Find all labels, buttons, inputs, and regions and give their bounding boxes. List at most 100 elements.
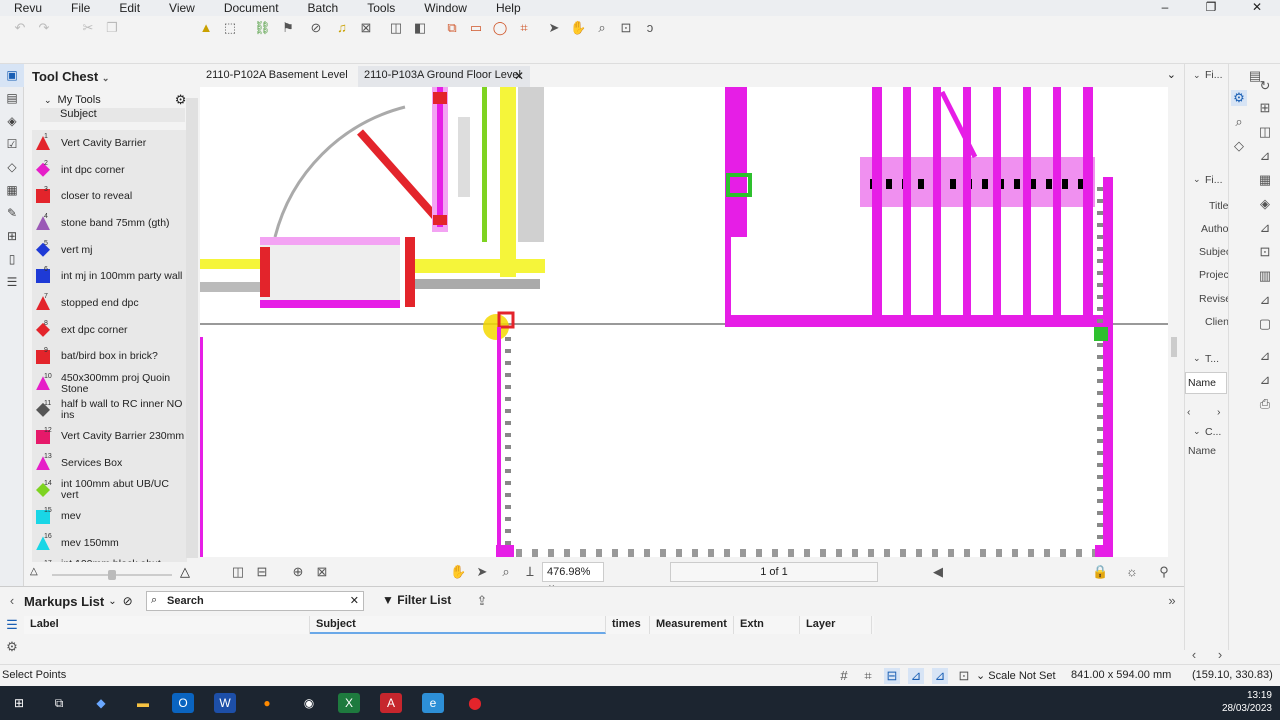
user-icon[interactable]: ⚲	[1156, 564, 1172, 580]
tool-item[interactable]: 3 closer to reveal	[32, 183, 187, 210]
revu-taskbar-icon[interactable]: e	[422, 693, 444, 713]
tool-item[interactable]: 14 int 100mm abut UB/UC vert	[32, 477, 187, 504]
excel-icon[interactable]: X	[338, 693, 360, 713]
col-extn[interactable]: Extn	[734, 616, 800, 634]
split-icon[interactable]: ⊟	[254, 564, 270, 580]
canvas-scrollbar[interactable]	[1168, 87, 1180, 557]
zoom-level-field[interactable]: 476.98% ⌄	[542, 562, 604, 591]
tool-item[interactable]: 6 int mj in 100mm party wall	[32, 263, 187, 290]
close-button[interactable]: ✕	[1234, 0, 1280, 14]
zoom-icon[interactable]: ⌕	[594, 20, 610, 36]
expand-icon[interactable]: »	[1164, 593, 1180, 609]
bluebeam-icon[interactable]: ◆	[90, 693, 112, 713]
menu-edit[interactable]: Edit	[105, 1, 155, 15]
chevron-down-icon[interactable]: ⌄	[44, 95, 52, 106]
clear-icon[interactable]: ✕	[350, 594, 359, 607]
chevron-right-icon[interactable]: ›	[1217, 406, 1221, 418]
list-rail-icon[interactable]: ☰	[0, 271, 24, 294]
start-icon[interactable]: ⊞	[8, 693, 30, 713]
markups-title[interactable]: Markups List	[24, 594, 104, 609]
tool-item[interactable]: 4 stone band 75mm (gth)	[32, 210, 187, 237]
col-times[interactable]: times	[606, 616, 650, 634]
chevron-down-icon[interactable]: ⌄	[1193, 174, 1201, 185]
snap-markup-icon[interactable]: ⊿	[908, 668, 924, 684]
toolchest-rail-icon[interactable]: ▣	[0, 64, 24, 87]
tool-item[interactable]: 17 int 100mm block abut block	[32, 557, 187, 562]
bell-icon[interactable]: ♫	[334, 20, 350, 36]
sketch-icon[interactable]: ⊿	[1257, 348, 1273, 364]
attach-icon[interactable]: ⊘	[308, 20, 324, 36]
slider-handle[interactable]	[108, 570, 116, 580]
ellipse-icon[interactable]: ◯	[492, 20, 508, 36]
col-layer[interactable]: Layer	[800, 616, 872, 634]
grid-icon[interactable]: #	[836, 668, 852, 684]
stamp-icon[interactable]: ⚑	[280, 20, 296, 36]
hide-icon[interactable]: ⊘	[123, 594, 133, 608]
export-icon[interactable]: ⇪	[474, 593, 490, 609]
grid-rail-icon[interactable]: ⊞	[0, 225, 24, 248]
word-icon[interactable]: W	[214, 693, 236, 713]
tool-item[interactable]: 9 bat/bird box in brick?	[32, 344, 187, 371]
record-icon[interactable]: ⬤	[464, 693, 486, 713]
tag-rail-icon[interactable]: ◇	[0, 156, 24, 179]
tool-chest-scrollbar[interactable]	[186, 98, 198, 558]
grid-icon[interactable]: ▦	[1257, 172, 1273, 188]
drawing-canvas[interactable]	[200, 87, 1168, 557]
tool-item[interactable]: 5 vert mj	[32, 237, 187, 264]
col-subject[interactable]: Subject	[310, 616, 606, 634]
pan-icon[interactable]: ✋	[450, 564, 466, 580]
zoom-area-icon[interactable]: ⊡	[618, 20, 634, 36]
menu-revu[interactable]: Revu	[0, 1, 57, 15]
select-area-icon[interactable]: ⧉	[444, 20, 460, 36]
acrobat-icon[interactable]: A	[380, 693, 402, 713]
chevron-down-icon[interactable]: ⌄	[102, 73, 110, 83]
forms-rail-icon[interactable]: ▦	[0, 179, 24, 202]
gear-icon[interactable]: ⚙	[175, 92, 187, 108]
search-icon[interactable]: ⌕	[1231, 114, 1247, 130]
measure2-icon[interactable]: ⊿	[1257, 220, 1273, 236]
search-field[interactable]: ⌕ Search ✕	[146, 591, 364, 611]
lasso-icon[interactable]: ↄ	[642, 20, 658, 36]
chevron-down-icon[interactable]: ⌄	[1167, 68, 1176, 81]
chevron-left-icon[interactable]: ‹	[1187, 406, 1191, 418]
properties-icon[interactable]: ⊞	[1257, 100, 1273, 116]
chevron-left-icon[interactable]: ‹	[1186, 647, 1202, 663]
section-c[interactable]: C...	[1205, 426, 1221, 438]
measure-icon[interactable]: ⊿	[1257, 148, 1273, 164]
snapshot-icon[interactable]: ⬚	[222, 20, 238, 36]
sketch2-icon[interactable]: ⊿	[1257, 372, 1273, 388]
reuse-icon[interactable]: ⊿	[932, 668, 948, 684]
firefox-icon[interactable]: ●	[256, 693, 278, 713]
chart-icon[interactable]: ▥	[1257, 268, 1273, 284]
fit-width-icon[interactable]: ⊠	[314, 564, 330, 580]
chevron-left-icon[interactable]: ‹	[4, 593, 20, 609]
link-icon[interactable]: ⛓	[254, 20, 271, 36]
print-icon[interactable]: ⎙	[1257, 396, 1273, 412]
tool-item[interactable]: 12 Vert Cavity Barrier 230mm	[32, 424, 187, 451]
col-label[interactable]: Label	[24, 616, 310, 634]
sun-icon[interactable]: ☼	[1124, 564, 1140, 580]
menu-help[interactable]: Help	[482, 1, 536, 15]
filter-list-button[interactable]: ▼ Filter List	[382, 593, 451, 607]
page-number-field[interactable]: 1 of 1	[670, 562, 878, 582]
menu-document[interactable]: Document	[210, 1, 294, 15]
tool-item[interactable]: 15 mev	[32, 504, 187, 531]
signature-rail-icon[interactable]: ✎	[0, 202, 24, 225]
name-column-header[interactable]: Name	[1185, 372, 1227, 394]
refresh-icon[interactable]: ↻	[1257, 78, 1273, 94]
select-icon[interactable]: ➤	[546, 20, 562, 36]
tool-item[interactable]: 13 Services Box	[32, 450, 187, 477]
tool-item[interactable]: 1 Vert Cavity Barrier	[32, 130, 187, 157]
select-icon[interactable]: ➤	[474, 564, 490, 580]
col-measurement[interactable]: Measurement	[650, 616, 734, 634]
tool-item[interactable]: 8 ext dpc corner	[32, 317, 187, 344]
undo-icon[interactable]: ↶	[12, 20, 28, 36]
snap-content-icon[interactable]: ⊟	[884, 668, 900, 684]
compare-icon[interactable]: ◫	[1257, 124, 1273, 140]
lock-icon[interactable]: 🔒	[1092, 564, 1108, 580]
maximize-button[interactable]: ❐	[1188, 0, 1234, 14]
back-icon[interactable]: ◀	[930, 564, 946, 580]
single-page-icon[interactable]: ◫	[230, 564, 246, 580]
layers-rail-icon[interactable]: ◈	[0, 110, 24, 133]
sync-icon[interactable]: ⊡	[956, 668, 972, 684]
